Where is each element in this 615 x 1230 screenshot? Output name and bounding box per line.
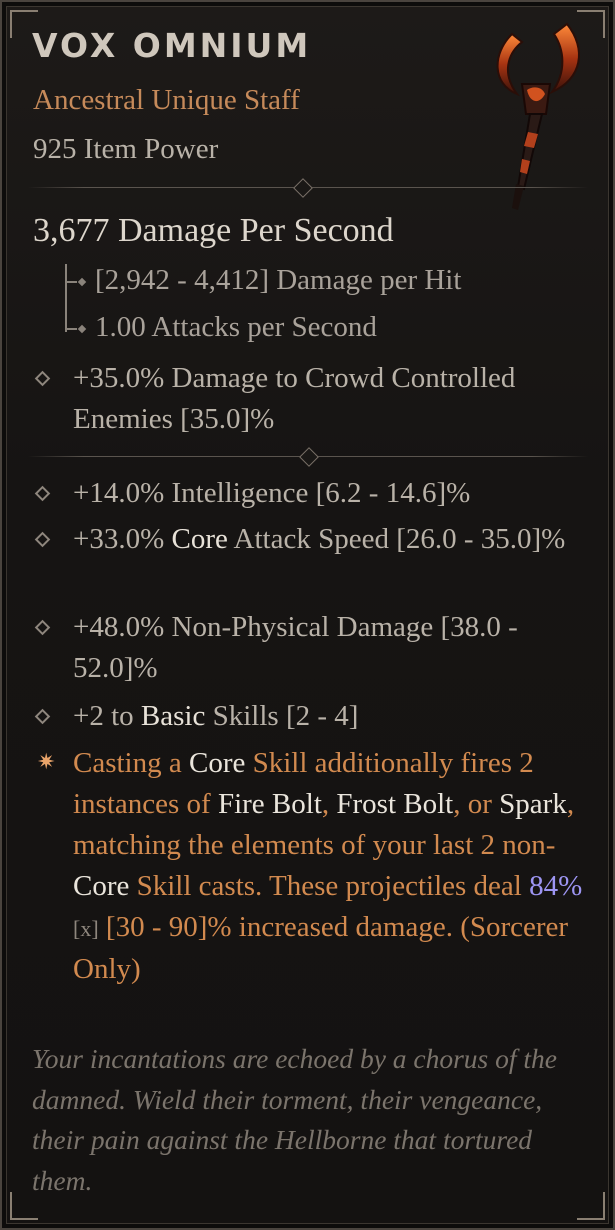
diamond-bullet-icon (34, 370, 51, 387)
section-divider (28, 178, 588, 198)
diamond-bullet-icon (34, 708, 51, 725)
item-tooltip: VOX OMNIUM Ancestral Unique Staff 925 It… (0, 0, 615, 1230)
item-name: VOX OMNIUM (32, 26, 312, 65)
diamond-bullet-icon (34, 485, 51, 502)
damage-per-second: 3,677 Damage Per Second (33, 212, 394, 249)
item-power: 925 Item Power (33, 133, 219, 165)
damage-per-hit: [2,942 - 4,412] Damage per Hit (65, 264, 461, 297)
attacks-per-second: 1.00 Attacks per Second (65, 311, 377, 344)
flavor-text: Your incantations are echoed by a chorus… (32, 1043, 557, 1196)
item-type: Ancestral Unique Staff (33, 84, 300, 116)
diamond-bullet-icon (34, 619, 51, 636)
diamond-bullet-icon (34, 531, 51, 548)
roll-value: 84% (529, 870, 583, 902)
unique-star-icon: ✷ (37, 749, 56, 774)
section-divider (28, 447, 588, 467)
